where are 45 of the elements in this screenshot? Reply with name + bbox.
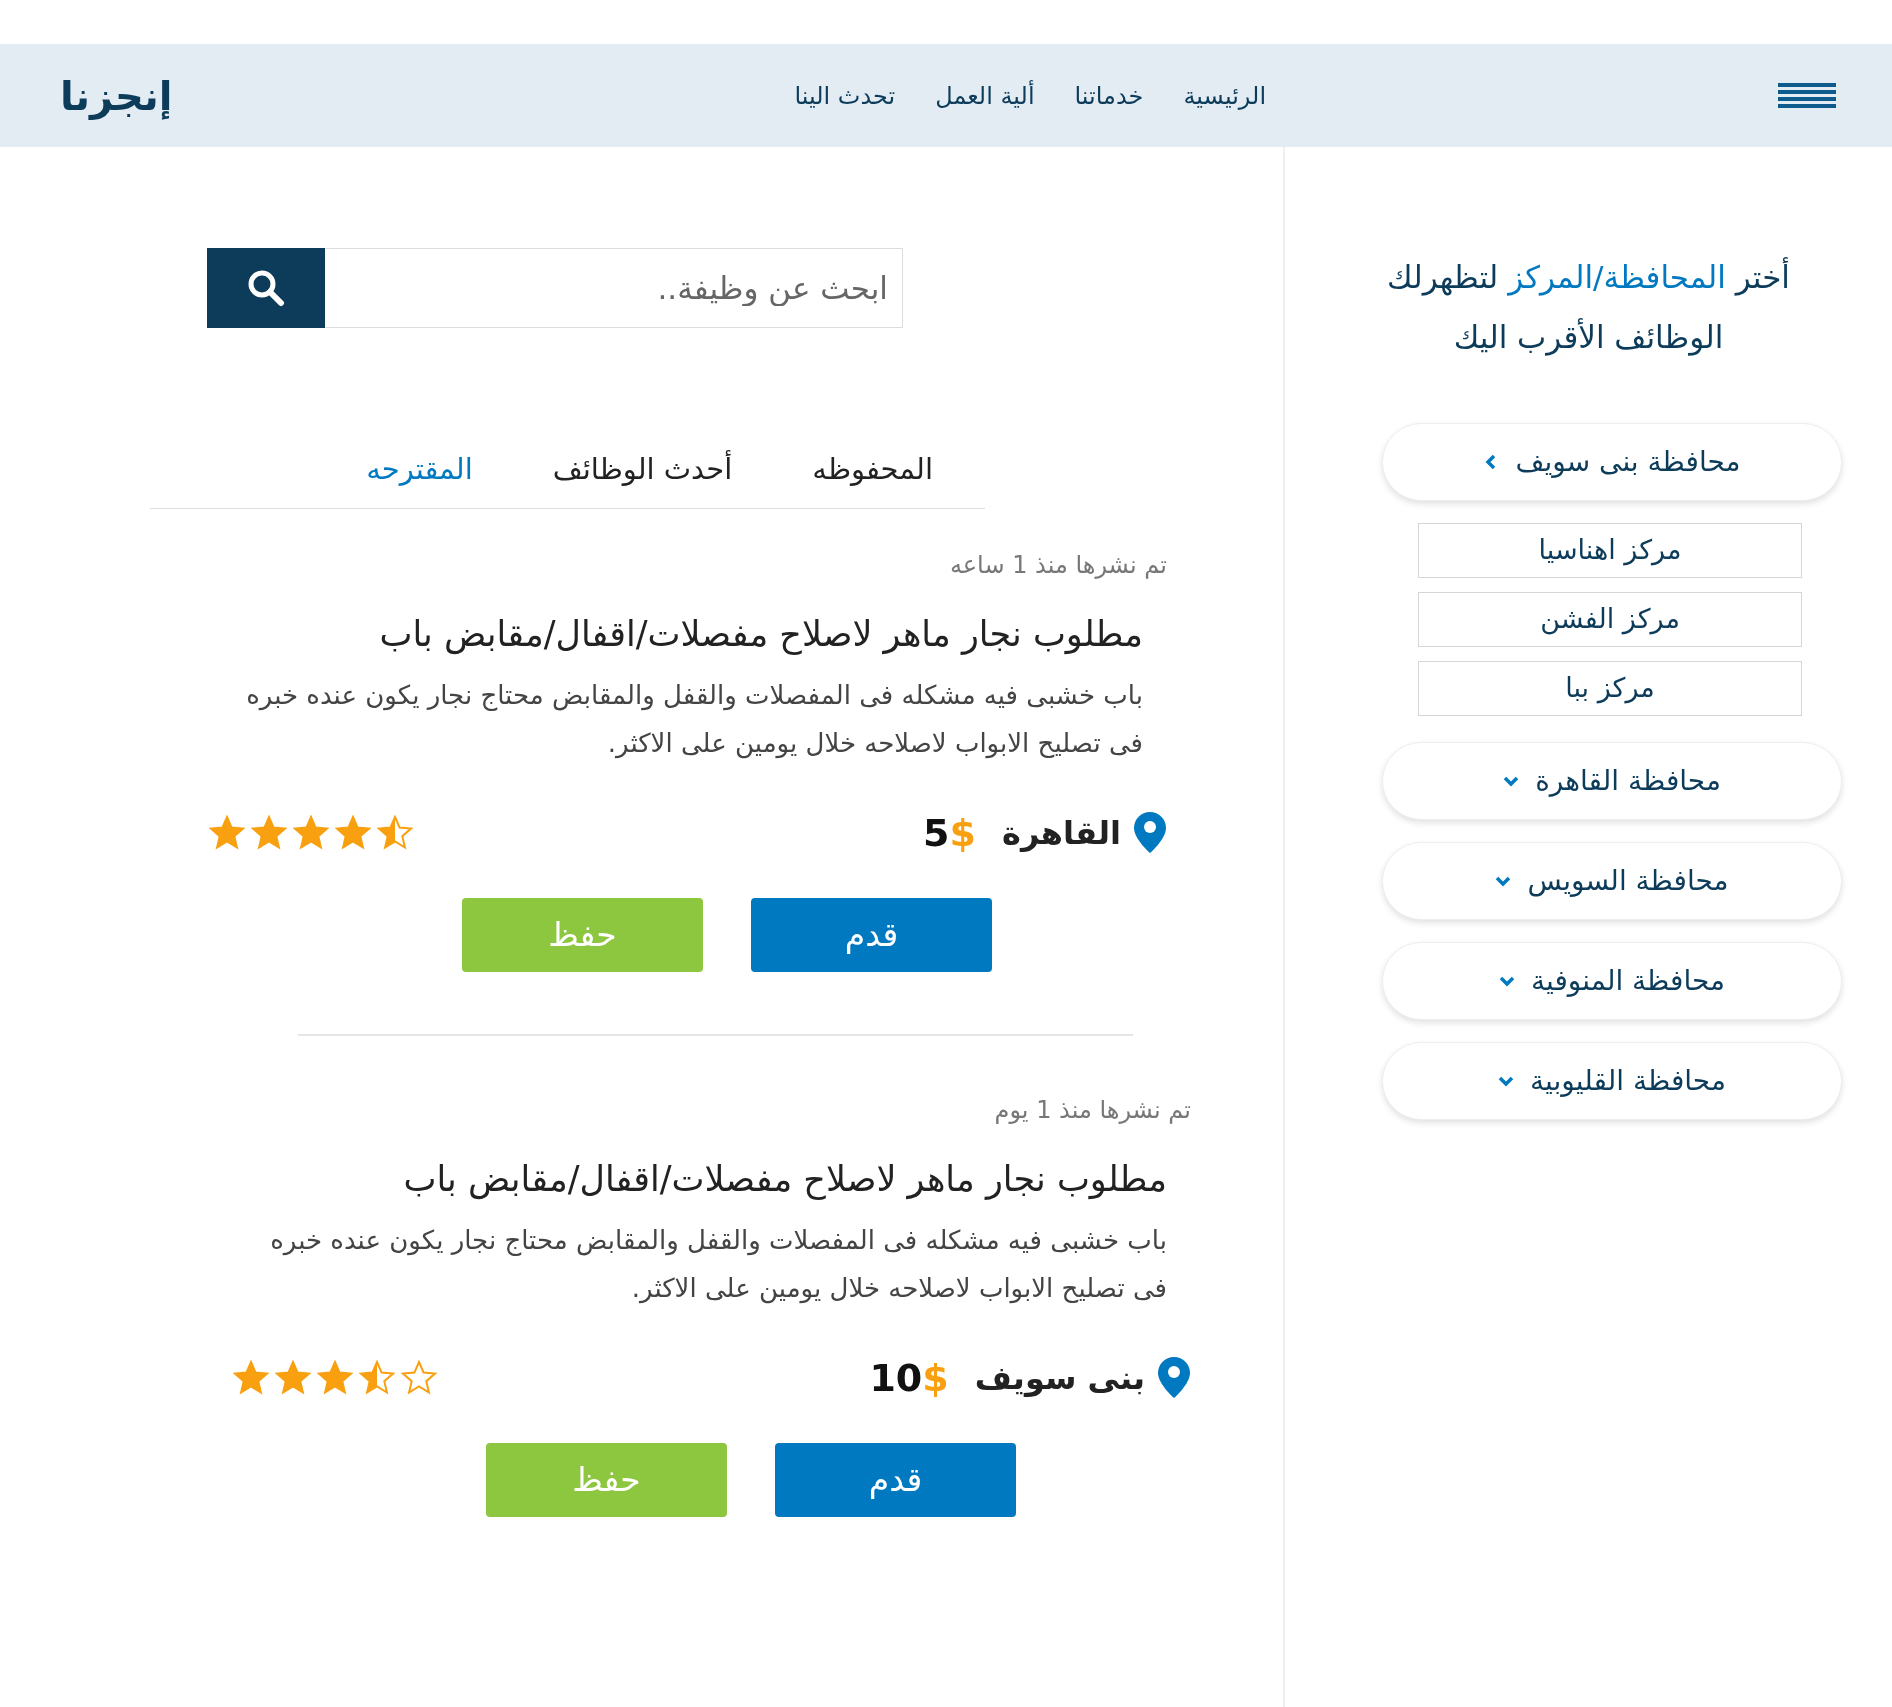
tab[interactable]: المحفوظه — [784, 448, 961, 492]
star-icon — [233, 1360, 269, 1396]
nav-link[interactable]: تحدث الينا — [794, 77, 896, 114]
job-price: 5$ — [923, 809, 976, 857]
governorate-item[interactable]: محافظة القاهرة — [1382, 742, 1842, 820]
star-icon — [293, 815, 329, 851]
half-star-icon — [377, 815, 413, 851]
governorate-item[interactable]: محافظة السويس — [1382, 842, 1842, 920]
governorate-item[interactable]: محافظة القليوبية — [1382, 1042, 1842, 1120]
job-price: 10$ — [869, 1354, 949, 1402]
star-icon — [251, 815, 287, 851]
location-pin-icon — [1133, 811, 1167, 855]
job-location: بنى سويف — [974, 1358, 1145, 1399]
search-button[interactable] — [207, 248, 325, 328]
search-field[interactable]: ابحث عن وظيفة.. — [325, 248, 903, 328]
governorate-item[interactable]: محافظة بنى سويف — [1382, 423, 1842, 501]
posted-time: تم نشرها منذ 1 ساعه — [948, 549, 1167, 581]
half-star-icon — [359, 1360, 395, 1396]
apply-button[interactable]: قدم — [751, 897, 992, 972]
star-icon — [209, 815, 245, 851]
nav-link[interactable]: الرئيسية — [1183, 77, 1267, 114]
posted-time: تم نشرها منذ 1 يوم — [993, 1094, 1191, 1126]
sidebar-heading: أختر المحافظة/المركز لتظهرلك الوظائف الأقرب اليك — [1386, 256, 1791, 358]
logo[interactable]: إنجزنا — [60, 65, 173, 126]
nav-link[interactable]: ألية العمل — [935, 77, 1035, 114]
job-description: باب خشبى فيه مشكله فى المفصلات والقفل والمقابض محتاج نجار يكون عنده خبره فى تصليح الابواب لاصلاحه خلال يومين على الاكثر. — [245, 678, 1143, 761]
star-icon — [335, 815, 371, 851]
search-icon — [247, 269, 285, 307]
center-item[interactable]: مركز الفشن — [1418, 592, 1802, 647]
tab[interactable]: المقترحه — [338, 448, 501, 492]
apply-button[interactable]: قدم — [775, 1442, 1016, 1517]
job-location: القاهرة — [1002, 813, 1121, 854]
job-title[interactable]: مطلوب نجار ماهر لاصلاح مفصلات/اقفال/مقابض باب — [207, 612, 1143, 655]
location-pin-icon — [1157, 1356, 1191, 1400]
center-item[interactable]: مركز ببا — [1418, 661, 1802, 716]
tab[interactable]: أحدث الوظائف — [524, 448, 761, 492]
job-title[interactable]: مطلوب نجار ماهر لاصلاح مفصلات/اقفال/مقابض باب — [231, 1157, 1167, 1200]
menu-button[interactable] — [1778, 82, 1836, 109]
center-item[interactable]: مركز اهناسيا — [1418, 523, 1802, 578]
star-icon — [275, 1360, 311, 1396]
star-icon — [317, 1360, 353, 1396]
governorate-item[interactable]: محافظة المنوفية — [1382, 942, 1842, 1020]
job-description: باب خشبى فيه مشكله فى المفصلات والقفل والمقابض محتاج نجار يكون عنده خبره فى تصليح الابواب لاصلاحه خلال يومين على الاكثر. — [269, 1223, 1167, 1306]
empty-star-icon — [401, 1360, 437, 1396]
nav-link[interactable]: خدماتنا — [1074, 77, 1144, 114]
